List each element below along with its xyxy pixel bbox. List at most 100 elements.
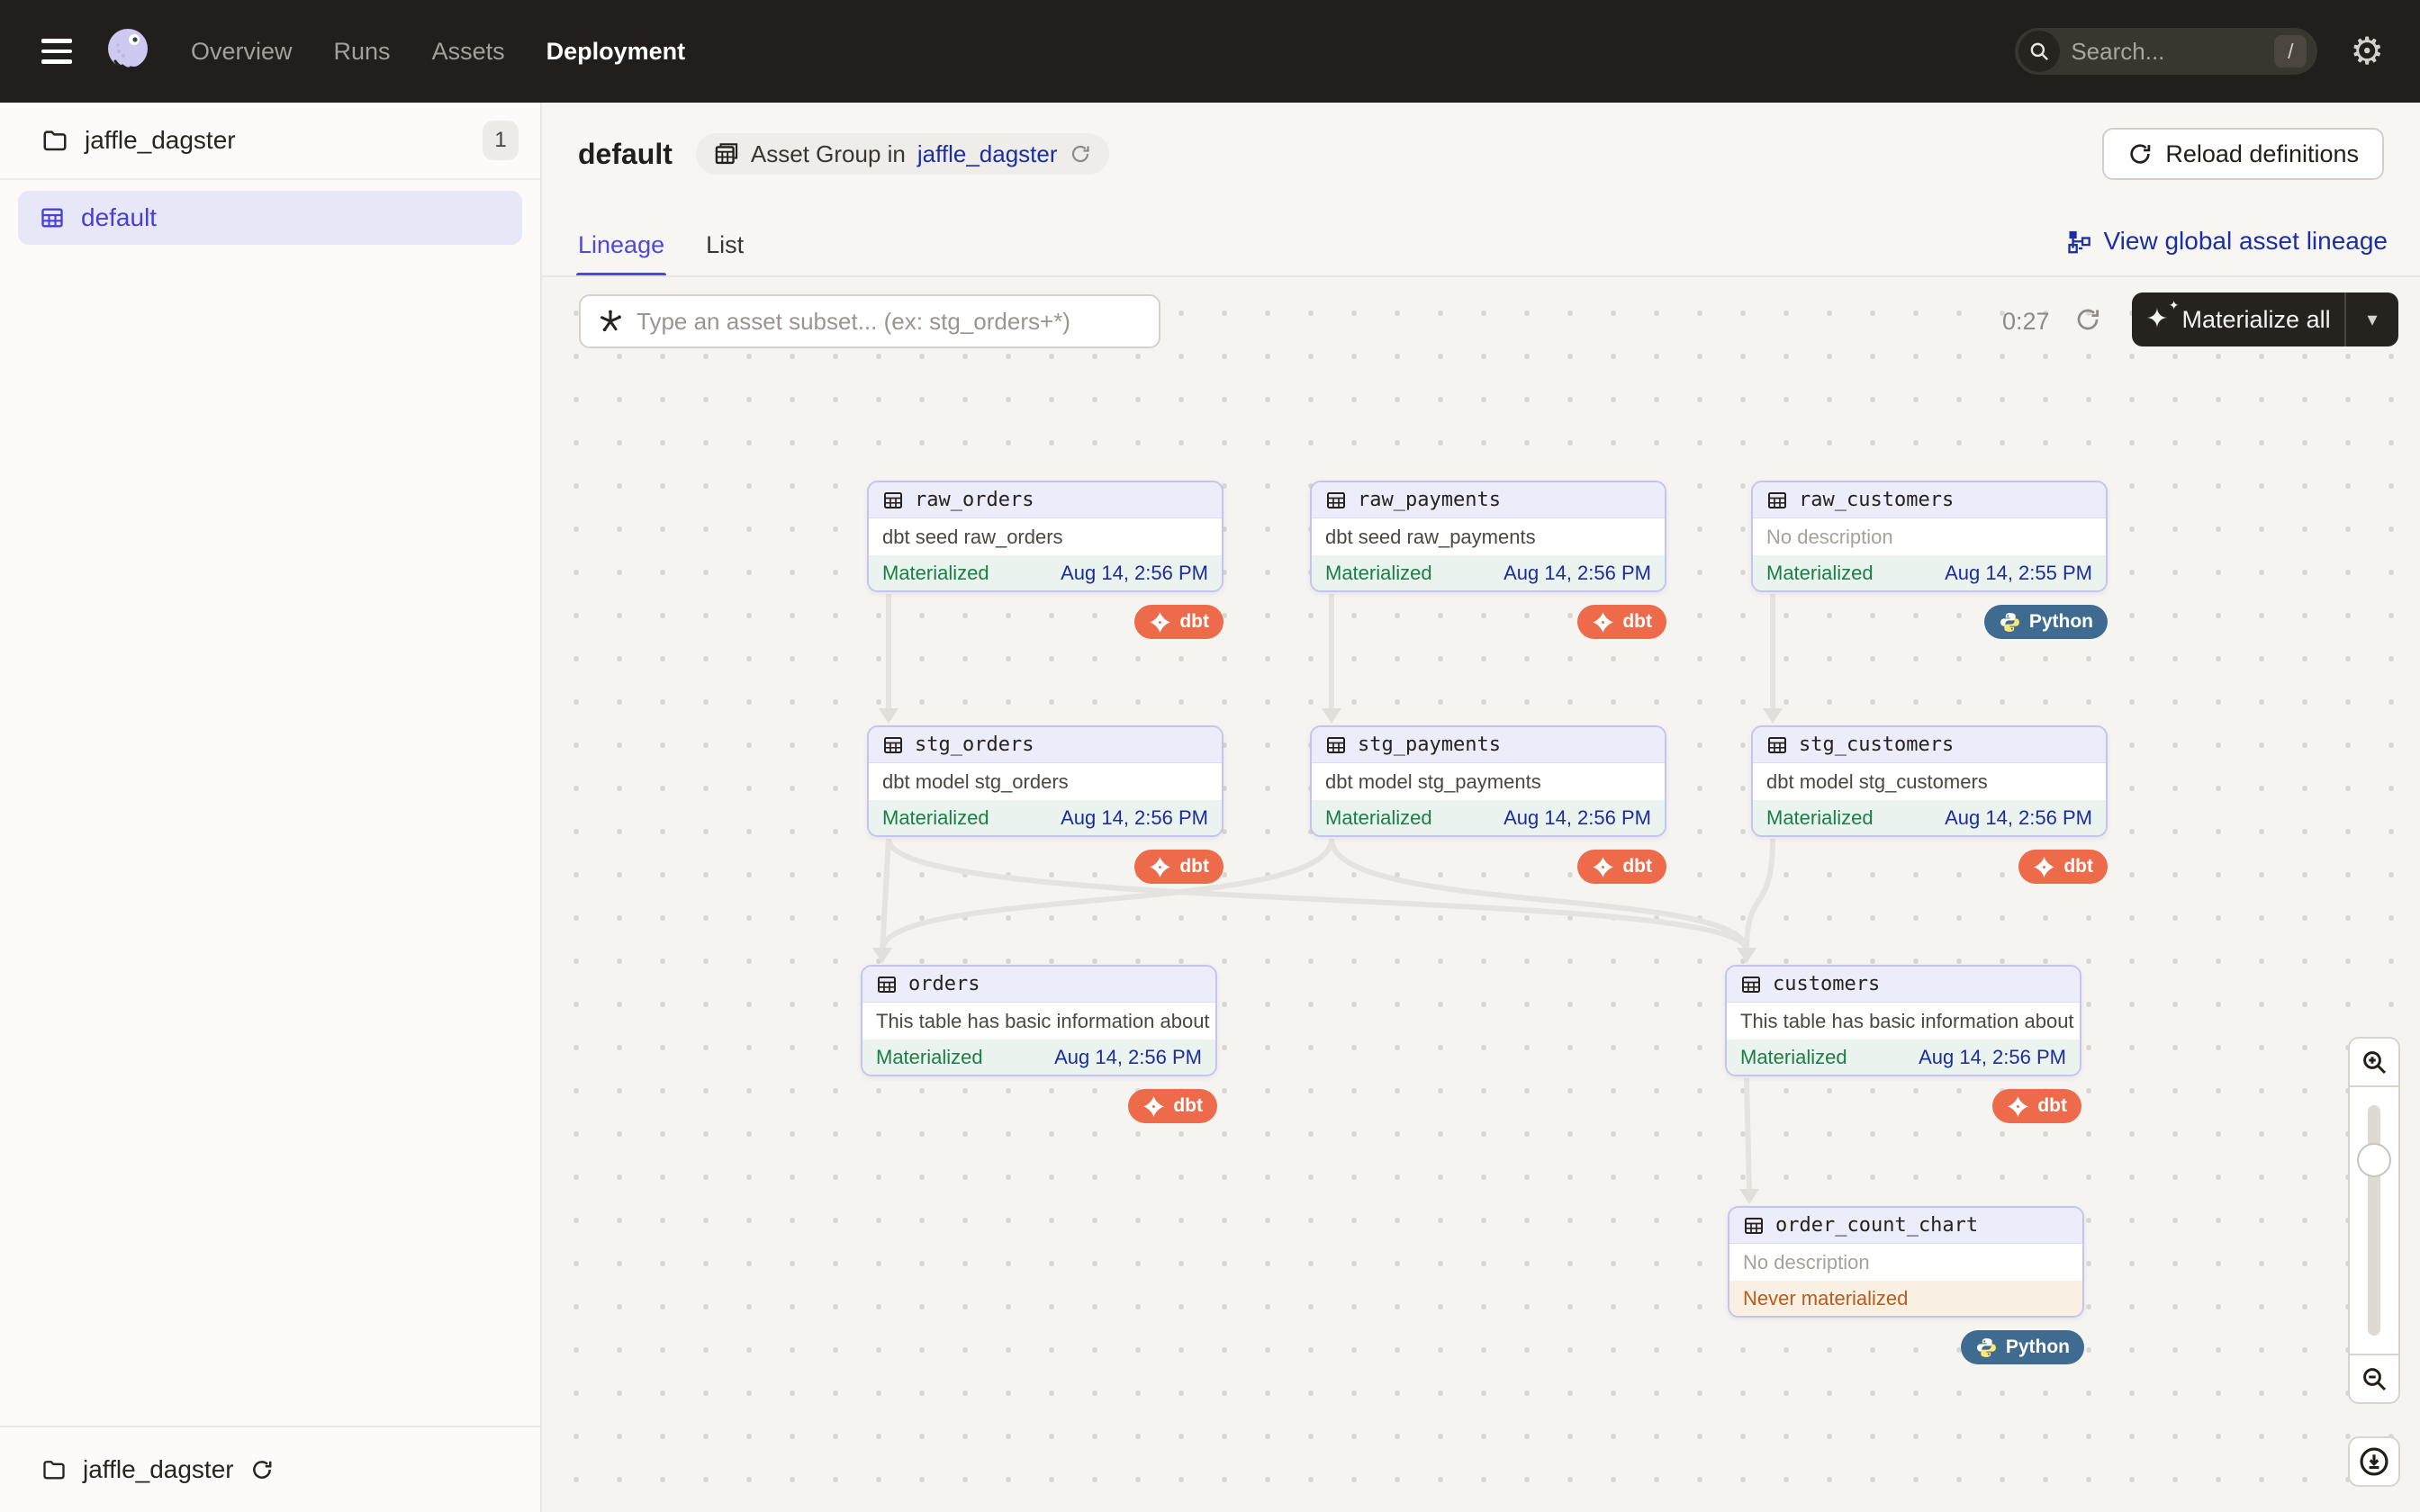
dbt-badge[interactable]: dbt [2018,850,2108,884]
nav-links: Overview Runs Assets Deployment [191,38,685,66]
page-title: default [578,138,673,171]
dbt-badge[interactable]: dbt [1134,850,1224,884]
asset-description: This table has basic information about .… [862,1003,1215,1040]
refresh-lineage-icon[interactable] [2074,306,2101,333]
folder-icon [41,127,68,154]
dbt-logo-icon [2007,1095,2029,1118]
asset-subset-filter[interactable] [579,294,1160,348]
table-icon [1743,1215,1765,1237]
asset-node-header: order_count_chart [1729,1208,2082,1244]
nav-link-overview[interactable]: Overview [191,38,293,66]
table-icon [1766,734,1788,756]
footer-repo-name: jaffle_dagster [83,1455,234,1484]
lineage-canvas[interactable]: 0:27 ✦✦ Materialize all ▾ [542,277,2420,1512]
zoom-slider-handle[interactable] [2357,1143,2391,1177]
asset-node-stg_payments[interactable]: stg_paymentsdbt model stg_paymentsMateri… [1310,725,1666,837]
asset-name: raw_customers [1799,489,1954,511]
zoom-out-button[interactable] [2348,1354,2400,1404]
view-global-asset-lineage-link[interactable]: View global asset lineage [2066,227,2388,256]
asset-name: stg_orders [915,734,1034,756]
sparkle-icon: ✦✦ [2145,306,2168,333]
dbt-badge[interactable]: dbt [1577,850,1666,884]
hamburger-menu-icon[interactable] [41,39,72,64]
zoom-in-button[interactable] [2348,1037,2400,1087]
search-input[interactable] [2071,38,2274,66]
python-badge[interactable]: Python [1984,605,2108,639]
asset-status-bar: MaterializedAug 14, 2:56 PM [862,1040,1215,1075]
nav-link-runs[interactable]: Runs [334,38,391,66]
asset-subset-icon [597,308,624,335]
reload-repo-icon[interactable] [250,1458,274,1481]
asset-node-stg_customers[interactable]: stg_customersdbt model stg_customersMate… [1751,725,2108,837]
table-icon [882,734,904,756]
table-icon [1325,490,1347,511]
search-box[interactable]: / [2015,28,2317,75]
sidebar-repo-row[interactable]: jaffle_dagster 1 [0,103,540,180]
reload-icon [2127,141,2153,166]
dbt-badge[interactable]: dbt [1128,1089,1217,1123]
asset-node-raw_payments[interactable]: raw_paymentsdbt seed raw_paymentsMateria… [1310,481,1666,592]
asset-status-time: Aug 14, 2:56 PM [1061,562,1208,585]
asset-node-raw_customers[interactable]: raw_customersNo descriptionMaterializedA… [1751,481,2108,592]
asset-description: dbt model stg_customers [1753,763,2106,800]
dbt-badge[interactable]: dbt [1992,1089,2081,1123]
repo-name: jaffle_dagster [85,126,236,155]
search-icon [2018,31,2060,72]
table-icon [876,974,898,995]
asset-node-raw_orders[interactable]: raw_ordersdbt seed raw_orders Materialize… [867,481,1224,592]
asset-node-customers[interactable]: customersThis table has basic informatio… [1725,965,2081,1076]
asset-status-bar: Materialized Aug 14, 2:56 PM [1312,800,1665,835]
asset-node-header: stg_customers [1753,727,2106,763]
dbt-badge[interactable]: dbt [1577,605,1666,639]
zoom-slider[interactable] [2348,1087,2400,1354]
materialize-dropdown-caret[interactable]: ▾ [2344,292,2398,346]
asset-node-header: customers [1727,967,2080,1003]
folder-icon [41,1457,67,1482]
zoom-panel [2348,1037,2400,1487]
sidebar-footer: jaffle_dagster [0,1426,540,1512]
asset-node-header: stg_orders [869,727,1222,763]
asset-node-header: raw_orders [869,482,1222,518]
asset-node-header: stg_payments [1312,727,1665,763]
download-image-button[interactable] [2348,1436,2400,1487]
asset-status: Materialized [1325,806,1432,830]
asset-name: stg_customers [1799,734,1954,756]
asset-status: Materialized [876,1046,983,1069]
table-icon [1766,490,1788,511]
asset-description: dbt seed raw_payments [1312,518,1665,555]
search-shortcut-badge: / [2274,35,2307,68]
dbt-logo-icon [1149,611,1171,634]
asset-status-bar: MaterializedAug 14, 2:55 PM [1753,555,2106,590]
asset-status-time: Aug 14, 2:56 PM [1503,806,1651,830]
asset-group-icon [40,205,65,230]
dbt-badge[interactable]: dbt [1134,605,1224,639]
reload-definitions-button[interactable]: Reload definitions [2102,128,2384,180]
nav-link-deployment[interactable]: Deployment [546,38,686,66]
python-badge[interactable]: Python [1961,1330,2084,1364]
asset-description: No description [1729,1244,2082,1281]
materialize-all-button[interactable]: ✦✦ Materialize all ▾ [2132,292,2398,346]
refresh-group-icon[interactable] [1070,143,1091,165]
tab-lineage[interactable]: Lineage [578,231,664,277]
asset-node-stg_orders[interactable]: stg_ordersdbt model stg_ordersMaterializ… [867,725,1224,837]
asset-name: raw_orders [915,489,1034,511]
sidebar: jaffle_dagster 1 default jaffle_dagster [0,103,542,1512]
gear-icon[interactable]: ⚙ [2350,32,2384,70]
asset-status-time: Aug 14, 2:56 PM [1945,806,2092,830]
tab-list[interactable]: List [706,231,744,277]
sidebar-item-default[interactable]: default [18,191,522,245]
lineage-edges [542,277,2420,1512]
group-badge-repo-link[interactable]: jaffle_dagster [917,140,1058,168]
asset-status: Materialized [882,562,989,585]
asset-node-orders[interactable]: ordersThis table has basic information a… [861,965,1217,1076]
dbt-logo-icon [1592,611,1614,634]
zoom-slider-track [2368,1105,2380,1336]
asset-description: dbt seed raw_orders [869,518,1222,555]
asset-status-bar: Never materialized [1729,1281,2082,1316]
download-icon [2358,1445,2390,1478]
dagster-logo-icon[interactable] [101,24,155,78]
asset-node-order_count_chart[interactable]: order_count_chartNo descriptionNever mat… [1728,1206,2084,1318]
asset-subset-input[interactable] [637,308,1142,336]
nav-link-assets[interactable]: Assets [432,38,505,66]
asset-description: dbt model stg_orders [869,763,1222,800]
